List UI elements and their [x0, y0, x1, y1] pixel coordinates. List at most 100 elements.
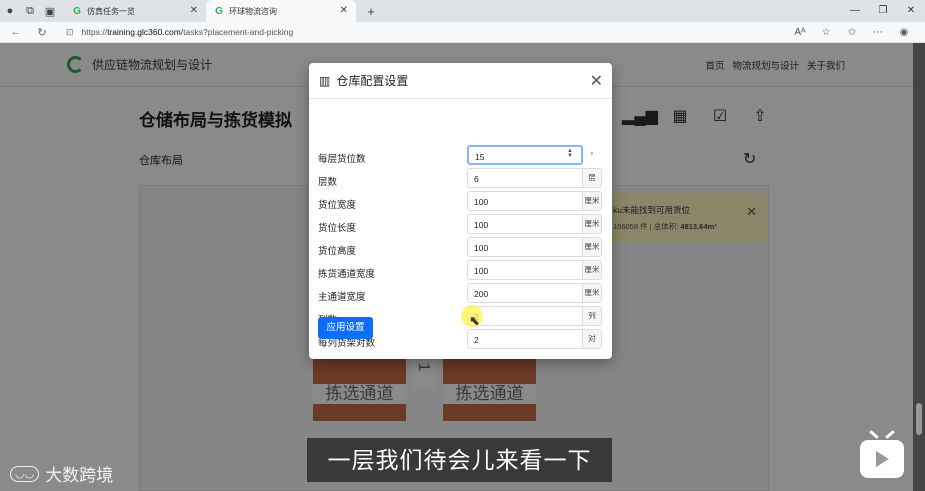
browser-tab-title: 仿真任务一览: [87, 6, 135, 16]
number-spinner-icon[interactable]: ▲ ▼: [567, 148, 573, 159]
browser-tab-title: 环球物流咨询: [229, 6, 277, 16]
upload-icon[interactable]: ⇪: [740, 106, 780, 126]
new-tab-icon[interactable]: +: [362, 4, 380, 19]
mouse-cursor-icon: ⬉: [469, 313, 480, 328]
nav-link-about[interactable]: 关于我们: [807, 58, 845, 72]
tab-actions-icon[interactable]: ▣: [40, 0, 60, 22]
play-icon: [876, 451, 889, 467]
slots-per-level-input[interactable]: 15: [467, 145, 583, 165]
alert-volume: 4813.64m³: [680, 222, 717, 231]
field-slot-width: 货位宽度 100 厘米: [309, 191, 612, 213]
columns-input[interactable]: 2: [467, 306, 583, 326]
minimize-icon[interactable]: —: [841, 0, 869, 22]
shelf-block-right: 拣选通道: [443, 359, 536, 421]
close-tab-icon[interactable]: ✕: [340, 5, 348, 16]
slot-height-input[interactable]: 100: [467, 237, 583, 257]
main-aisle-width-input[interactable]: 200: [467, 283, 583, 303]
field-main-aisle-width: 主通道宽度 200 厘米: [309, 283, 612, 305]
bar-chart-icon[interactable]: ▂▄▆: [620, 106, 660, 126]
modal-title: 仓库配置设置: [336, 74, 409, 88]
restore-icon[interactable]: ❐: [869, 0, 897, 22]
copilot-icon[interactable]: ◉: [891, 27, 917, 38]
favorites-icon[interactable]: ✩: [839, 27, 865, 38]
slot-length-input[interactable]: 100: [467, 214, 583, 234]
nav-link-home[interactable]: 首页: [705, 58, 724, 72]
window-controls: — ❐ ✕: [841, 0, 925, 22]
warning-alert: ku未能找到可用货位 106058 件 | 总体积: 4813.64m³ ✕: [605, 193, 767, 243]
read-aloud-icon[interactable]: Aᴬ: [787, 27, 813, 38]
more-icon[interactable]: ⋯: [865, 27, 891, 38]
field-label: 货位高度: [318, 246, 357, 257]
clipboard-check-icon[interactable]: ☑: [700, 106, 740, 126]
shelf-block-left: 拣选通道: [313, 359, 406, 421]
page-scrollbar[interactable]: [913, 43, 925, 491]
levels-input[interactable]: 6: [467, 168, 583, 188]
close-alert-icon[interactable]: ✕: [746, 204, 757, 220]
nav-link-planning[interactable]: 物流规划与设计: [732, 58, 799, 72]
unit-addon: 厘米: [582, 237, 602, 257]
video-subtitle: 一层我们待会儿来看一下: [307, 438, 612, 482]
url-path: /tasks?placement-and-picking: [180, 27, 294, 37]
warehouse-icon: ▥: [319, 73, 331, 88]
refresh-icon[interactable]: ↻: [743, 149, 756, 169]
field-label: 主通道宽度: [318, 292, 366, 303]
site-info-icon[interactable]: ⊡: [66, 27, 74, 38]
slot-width-input[interactable]: 100: [467, 191, 583, 211]
site-favicon-icon: G: [215, 5, 223, 17]
field-slot-length: 货位长度 100 厘米: [309, 214, 612, 236]
unit-addon: 层: [582, 168, 602, 188]
apply-settings-button[interactable]: 应用设置: [318, 317, 373, 339]
bilibili-tv-icon[interactable]: [860, 430, 904, 478]
collections-icon[interactable]: ⧉: [20, 0, 40, 22]
watermark-logo-icon: ◡◡: [10, 465, 40, 482]
toolbar: ▂▄▆ ▦ ☑ ⇪: [620, 106, 780, 126]
favorite-star-icon[interactable]: ☆: [813, 27, 839, 38]
rack-pairs-input[interactable]: 2: [467, 329, 583, 349]
logo-icon: [67, 56, 84, 73]
section-title: 仓库布局: [139, 155, 183, 167]
unit-addon: 对: [582, 329, 602, 349]
unit-addon: 列: [582, 306, 602, 326]
picking-aisle-width-input[interactable]: 100: [467, 260, 583, 280]
unit-addon: 厘米: [582, 191, 602, 211]
url-host: training.glc360.com: [107, 27, 181, 37]
watermark-text: 大数跨境: [45, 466, 114, 485]
profile-icon[interactable]: ●: [0, 0, 20, 22]
alert-text: ku未能找到可用货位: [613, 205, 690, 215]
page-title: 仓储布局与拣货模拟: [139, 111, 292, 130]
shelf-label: 拣选通道: [443, 384, 536, 404]
field-label: 每层货位数: [318, 154, 366, 165]
browser-tab-bar: ● ⧉ ▣ G 仿真任务一览 ✕ G 环球物流咨询 ✕ + — ❐ ✕: [0, 0, 925, 22]
alert-stats: 106058 件 | 总体积:: [613, 222, 681, 231]
unit-addon: ↑: [590, 149, 594, 158]
field-slot-height: 货位高度 100 厘米: [309, 237, 612, 259]
browser-tab-1[interactable]: G 仿真任务一览 ✕: [64, 0, 206, 22]
modal-header: ▥ 仓库配置设置: [309, 63, 612, 99]
close-window-icon[interactable]: ✕: [897, 0, 925, 22]
field-label: 拣货通道宽度: [318, 269, 376, 280]
scrollbar-thumb[interactable]: [916, 403, 922, 435]
site-nav-links: 首页 物流规划与设计 关于我们: [697, 58, 845, 72]
watermark: ◡◡ 大数跨境: [10, 461, 113, 486]
shelf-label: 拣选通道: [313, 384, 406, 404]
address-bar-actions: Aᴬ ☆ ✩ ⋯ ◉: [787, 22, 917, 43]
address-bar: ← ↻ ⊡ https://training.glc360.com/tasks?…: [0, 22, 925, 43]
site-logo[interactable]: 供应链物流规划与设计: [67, 56, 212, 73]
unit-addon: 厘米: [582, 260, 602, 280]
logo-text: 供应链物流规划与设计: [92, 58, 213, 72]
modal-close-icon[interactable]: ✕: [590, 71, 603, 91]
unit-addon: 厘米: [582, 283, 602, 303]
reload-icon[interactable]: ↻: [32, 26, 52, 39]
field-label: 货位宽度: [318, 200, 357, 211]
site-favicon-icon: G: [73, 5, 81, 17]
close-tab-icon[interactable]: ✕: [190, 5, 198, 16]
field-label: 层数: [318, 177, 338, 188]
field-slots-per-level: 每层货位数 15 ▲ ▼ ↑: [309, 145, 612, 167]
url-prefix: https://: [81, 27, 108, 37]
browser-tab-2[interactable]: G 环球物流咨询 ✕: [206, 0, 356, 22]
url-field[interactable]: ⊡ https://training.glc360.com/tasks?plac…: [66, 27, 293, 38]
table-icon[interactable]: ▦: [660, 106, 700, 126]
field-levels: 层数 6 层: [309, 168, 612, 190]
back-icon[interactable]: ←: [6, 26, 26, 38]
field-picking-aisle-width: 拣货通道宽度 100 厘米: [309, 260, 612, 282]
